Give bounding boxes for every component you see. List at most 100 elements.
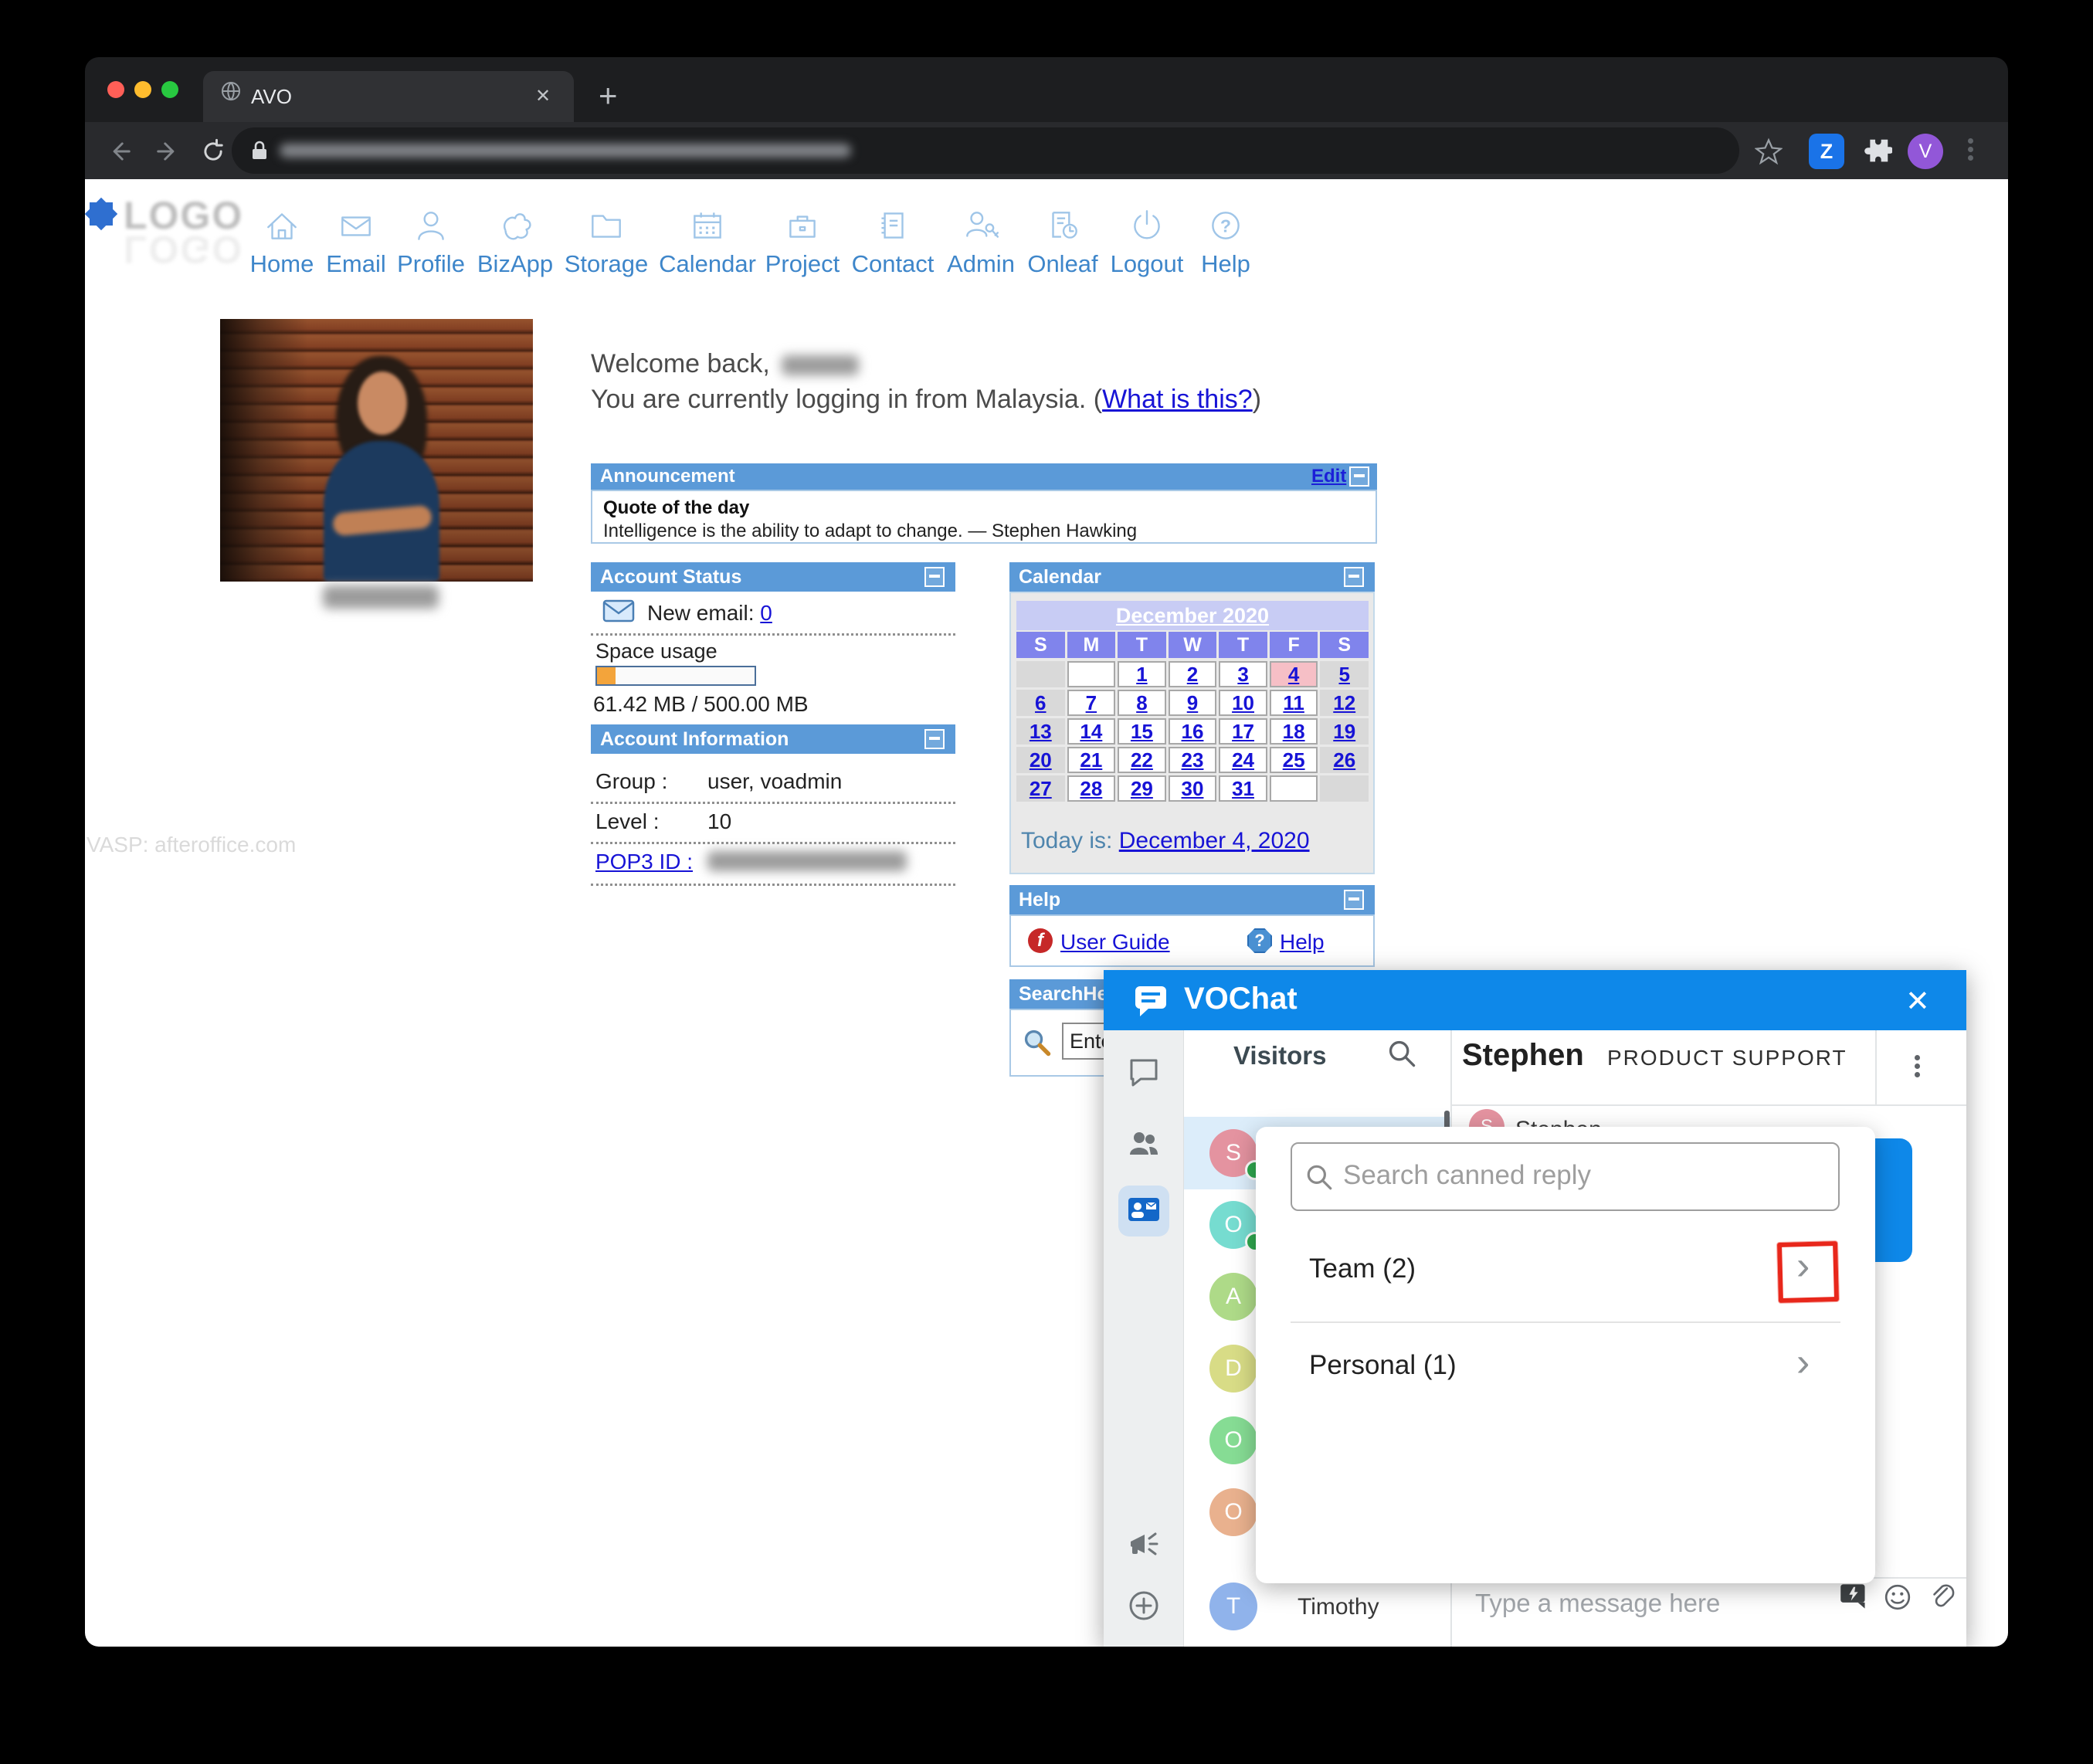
new-email-icon <box>602 599 635 622</box>
chats-tab-icon[interactable] <box>1126 1054 1162 1090</box>
calendar-day[interactable]: 18 <box>1270 718 1318 745</box>
canned-reply-icon[interactable] <box>1839 1582 1868 1611</box>
message-input[interactable] <box>1474 1588 1809 1619</box>
add-plus-icon[interactable] <box>1126 1588 1162 1623</box>
day-header: F <box>1270 632 1318 658</box>
visitor-avatar[interactable]: O <box>1209 1488 1257 1536</box>
visitor-avatar[interactable]: A <box>1209 1273 1257 1321</box>
announcement-collapse-button[interactable] <box>1349 466 1369 487</box>
calendar-day[interactable]: 22 <box>1118 747 1166 773</box>
zoom-window-button[interactable] <box>161 81 178 98</box>
calendar-day[interactable]: 7 <box>1067 690 1116 716</box>
calendar-day[interactable]: 23 <box>1169 747 1217 773</box>
calendar-day[interactable]: 20 <box>1016 747 1065 773</box>
calendar-day[interactable]: 25 <box>1270 747 1318 773</box>
calendar-day[interactable]: 14 <box>1067 718 1116 745</box>
calendar-day[interactable]: 24 <box>1219 747 1267 773</box>
what-is-this-link[interactable]: What is this? <box>1102 385 1253 414</box>
calendar-day[interactable]: 13 <box>1016 718 1065 745</box>
close-window-button[interactable] <box>107 81 124 98</box>
calendar-day[interactable]: 9 <box>1169 690 1217 716</box>
bookmark-star-icon[interactable] <box>1755 137 1783 165</box>
calendar-day[interactable]: 10 <box>1219 690 1267 716</box>
extensions-puzzle-icon[interactable] <box>1860 135 1892 168</box>
vochat-close-icon[interactable]: ✕ <box>1905 984 1930 1019</box>
calendar-day[interactable]: 30 <box>1169 775 1217 802</box>
calendar-collapse-button[interactable] <box>1344 567 1364 587</box>
visitors-tab-icon[interactable] <box>1126 1125 1162 1161</box>
calendar-month-link[interactable]: December 2020 <box>1116 604 1269 628</box>
reload-icon[interactable] <box>199 137 227 165</box>
calendar-day[interactable]: 26 <box>1320 747 1369 773</box>
calendar-day[interactable]: 11 <box>1270 690 1318 716</box>
profile-photo <box>220 319 533 582</box>
chrome-menu-icon[interactable] <box>1968 135 1973 164</box>
attachment-paperclip-icon[interactable] <box>1927 1582 1956 1611</box>
calendar-day <box>1320 775 1369 802</box>
company-logo: LOGO LOGO <box>124 193 243 272</box>
announcement-edit-link[interactable]: Edit <box>1311 466 1346 487</box>
calendar-day[interactable]: 3 <box>1219 661 1267 687</box>
nav-label: Profile <box>397 250 465 277</box>
calendar-day[interactable]: 17 <box>1219 718 1267 745</box>
nav-label: Help <box>1201 250 1250 277</box>
account-info-header: Account Information <box>591 724 955 754</box>
nav-item-calendar[interactable]: Calendar <box>653 205 762 278</box>
calendar-day[interactable]: 27 <box>1016 775 1065 802</box>
canned-personal-item[interactable]: Personal (1) <box>1309 1350 1457 1381</box>
user-guide-link[interactable]: User Guide <box>1060 930 1170 955</box>
calendar-day[interactable]: 5 <box>1320 661 1369 687</box>
canned-search-input[interactable] <box>1342 1159 1777 1192</box>
visitors-search-icon[interactable] <box>1386 1038 1417 1069</box>
today-date-link[interactable]: December 4, 2020 <box>1119 828 1310 853</box>
browser-tab[interactable]: AVO ✕ <box>203 71 574 122</box>
calendar-day[interactable]: 1 <box>1118 661 1166 687</box>
account-info-collapse-button[interactable] <box>924 729 945 749</box>
calendar-day[interactable]: 8 <box>1118 690 1166 716</box>
broadcast-megaphone-icon[interactable] <box>1126 1527 1162 1562</box>
tab-close-icon[interactable]: ✕ <box>535 85 551 107</box>
vochat-header[interactable]: VOChat ✕ <box>1104 970 1966 1030</box>
emoji-icon[interactable] <box>1884 1583 1912 1611</box>
url-field[interactable] <box>232 127 1739 174</box>
contact-book-icon <box>873 205 913 246</box>
extension-z-icon[interactable]: Z <box>1809 134 1844 169</box>
announcement-body: Quote of the day Intelligence is the abi… <box>591 490 1377 544</box>
visitor-avatar[interactable]: O <box>1209 1416 1257 1464</box>
calendar-day[interactable]: 12 <box>1320 690 1369 716</box>
chat-menu-icon[interactable] <box>1915 1052 1920 1080</box>
calendar-day[interactable]: 6 <box>1016 690 1065 716</box>
calendar-day[interactable]: 31 <box>1219 775 1267 802</box>
calendar-day[interactable]: 21 <box>1067 747 1116 773</box>
visitor-avatar[interactable]: T <box>1209 1583 1257 1630</box>
calendar-day-today[interactable]: 4 <box>1270 661 1318 687</box>
canned-search-box[interactable] <box>1291 1142 1840 1211</box>
back-icon[interactable] <box>107 137 134 165</box>
calendar-day[interactable]: 16 <box>1169 718 1217 745</box>
calendar-day[interactable]: 2 <box>1169 661 1217 687</box>
personal-chevron-icon[interactable]: › <box>1796 1339 1810 1386</box>
calendar-day[interactable]: 28 <box>1067 775 1116 802</box>
contacts-tab-active[interactable] <box>1118 1186 1169 1236</box>
minimize-window-button[interactable] <box>134 81 151 98</box>
help-collapse-button[interactable] <box>1344 890 1364 910</box>
calendar-day[interactable]: 15 <box>1118 718 1166 745</box>
tab-favicon-globe-icon <box>220 80 242 102</box>
pop3-id-link[interactable]: POP3 ID : <box>595 850 693 874</box>
nav-item-help[interactable]: ? Help <box>1172 205 1280 278</box>
visitor-avatar[interactable]: D <box>1209 1345 1257 1393</box>
canned-reply-popup: Team (2) › Personal (1) › <box>1256 1127 1875 1583</box>
new-email-count-link[interactable]: 0 <box>760 601 772 625</box>
calendar-day[interactable]: 29 <box>1118 775 1166 802</box>
calendar-day[interactable]: 19 <box>1320 718 1369 745</box>
calendar-day <box>1270 775 1318 802</box>
nav-item-storage[interactable]: Storage <box>552 205 660 278</box>
new-tab-button[interactable]: + <box>599 77 618 114</box>
account-status-collapse-button[interactable] <box>924 567 945 587</box>
help-link[interactable]: Help <box>1280 930 1325 955</box>
forward-icon[interactable] <box>153 137 181 165</box>
profile-avatar[interactable]: V <box>1908 134 1943 169</box>
project-briefcase-icon <box>782 205 823 246</box>
visitor-name[interactable]: Timothy <box>1298 1594 1379 1620</box>
canned-team-item[interactable]: Team (2) <box>1309 1253 1416 1284</box>
